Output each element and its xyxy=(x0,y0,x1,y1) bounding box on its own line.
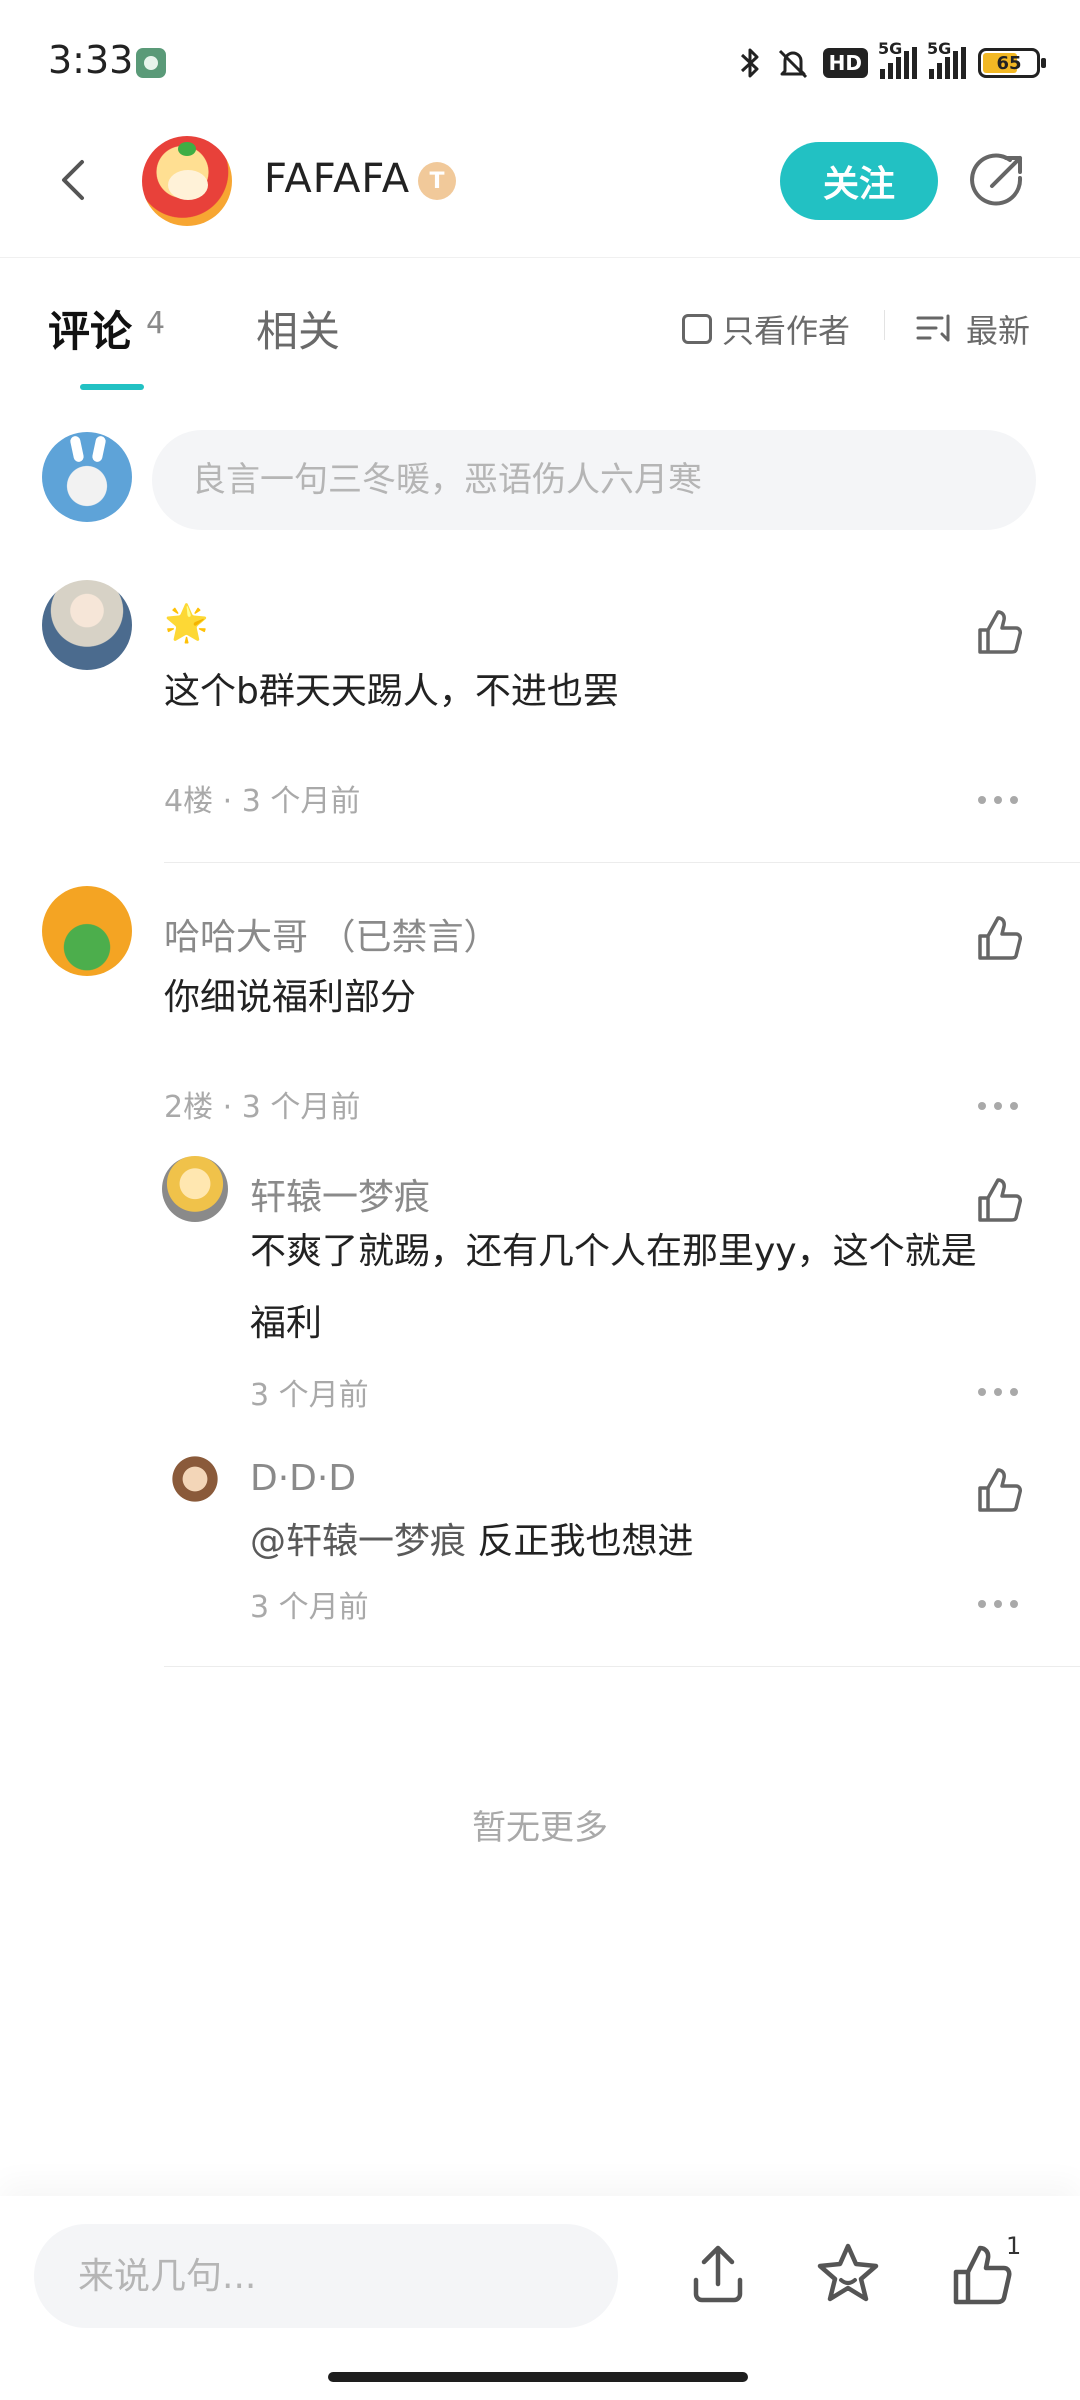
replier-name[interactable]: D·D·D xyxy=(250,1458,356,1499)
author-avatar[interactable] xyxy=(142,136,232,226)
replier-name[interactable]: 轩辕一梦痕 xyxy=(250,1168,430,1220)
comment-meta: 4楼 · 3 个月前 xyxy=(164,784,361,819)
comments-count: 4 xyxy=(146,306,166,341)
replier-avatar[interactable] xyxy=(162,1446,228,1512)
tab-comments[interactable]: 评论 xyxy=(48,298,132,359)
replier-avatar[interactable] xyxy=(162,1156,228,1222)
more-options-icon[interactable] xyxy=(978,790,1018,810)
no-more-label: 暂无更多 xyxy=(472,1808,608,1848)
mute-bell-icon xyxy=(778,49,807,79)
network-type-label: 5G xyxy=(878,39,903,58)
current-user-avatar xyxy=(42,432,132,522)
author-only-label: 只看作者 xyxy=(722,312,851,350)
back-arrow-icon[interactable] xyxy=(44,150,104,210)
bottom-comment-input[interactable] xyxy=(34,2224,618,2328)
app-notification-icon xyxy=(136,48,166,78)
hd-voice-badge: HD xyxy=(822,48,868,78)
share-upload-icon[interactable] xyxy=(684,2240,752,2308)
network-type-label-2: 5G xyxy=(927,39,952,58)
more-options-icon[interactable] xyxy=(978,1096,1018,1116)
post-header: FAFAFA T 关注 xyxy=(0,128,1080,258)
author-level-badge: T xyxy=(418,162,456,200)
like-icon[interactable] xyxy=(970,910,1026,966)
sort-label: 最新 xyxy=(966,312,1031,350)
commenter-avatar[interactable] xyxy=(42,886,132,976)
status-icons: HD 5G 5G 65 xyxy=(737,39,1046,86)
reply-mention[interactable]: @轩辕一梦痕 xyxy=(250,1521,466,1562)
sort-latest[interactable]: 最新 xyxy=(916,306,1030,352)
home-indicator[interactable] xyxy=(328,2372,748,2382)
like-icon[interactable] xyxy=(970,604,1026,660)
reply-meta: 3 个月前 xyxy=(250,1590,369,1625)
comment-text: 你细说福利部分 xyxy=(164,977,417,1018)
battery-icon: 65 xyxy=(978,48,1046,78)
follow-button[interactable]: 关注 xyxy=(780,142,938,220)
status-bar: 3:33 HD 5G 5G 65 xyxy=(0,0,1080,128)
bluetooth-icon xyxy=(740,48,759,78)
commenter-name[interactable]: 哈哈大哥 （已禁言） xyxy=(164,908,499,960)
reply-text-body: 反正我也想进 xyxy=(477,1521,694,1562)
comment-input[interactable] xyxy=(152,430,1036,530)
comment-item: 🌟 这个b群天天踢人，不进也罢 4楼 · 3 个月前 xyxy=(0,580,1080,880)
commenter-avatar[interactable] xyxy=(42,580,132,670)
status-time: 3:33 xyxy=(48,38,134,82)
filter-divider xyxy=(884,310,885,340)
tab-related[interactable]: 相关 xyxy=(256,298,340,359)
reply-text: @轩辕一梦痕 反正我也想进 xyxy=(250,1506,1010,1578)
comment-meta: 2楼 · 3 个月前 xyxy=(164,1090,361,1125)
battery-level: 65 xyxy=(996,52,1022,74)
share-icon[interactable] xyxy=(966,150,1028,212)
active-tab-indicator xyxy=(80,384,144,390)
comment-item: 哈哈大哥 （已禁言） 你细说福利部分 2楼 · 3 个月前 轩辕一梦痕 不爽了就… xyxy=(0,886,1080,1676)
favorite-star-icon[interactable] xyxy=(814,2240,882,2308)
more-options-icon[interactable] xyxy=(978,1382,1018,1402)
comment-divider xyxy=(164,862,1080,863)
author-name[interactable]: FAFAFA xyxy=(264,156,410,202)
author-only-filter[interactable]: 只看作者 xyxy=(682,306,850,352)
reply-text: 不爽了就踢，还有几个人在那里yy，这个就是福利 xyxy=(250,1231,977,1344)
author-only-checkbox[interactable] xyxy=(682,314,712,344)
sort-icon xyxy=(916,314,950,342)
commenter-name[interactable]: 🌟 xyxy=(164,602,209,644)
signal-icon: 5G xyxy=(878,39,917,79)
comment-tabs: 评论 4 相关 只看作者 最新 xyxy=(0,258,1080,390)
comment-divider xyxy=(164,1666,1080,1667)
comment-text: 这个b群天天踢人，不进也罢 xyxy=(164,671,619,712)
more-options-icon[interactable] xyxy=(978,1594,1018,1614)
bottom-action-bar: 1 xyxy=(0,2196,1080,2400)
signal-icon-2: 5G xyxy=(927,39,966,79)
like-count: 1 xyxy=(1006,2232,1022,2260)
comment-composer xyxy=(0,430,1080,540)
reply-meta: 3 个月前 xyxy=(250,1378,369,1413)
